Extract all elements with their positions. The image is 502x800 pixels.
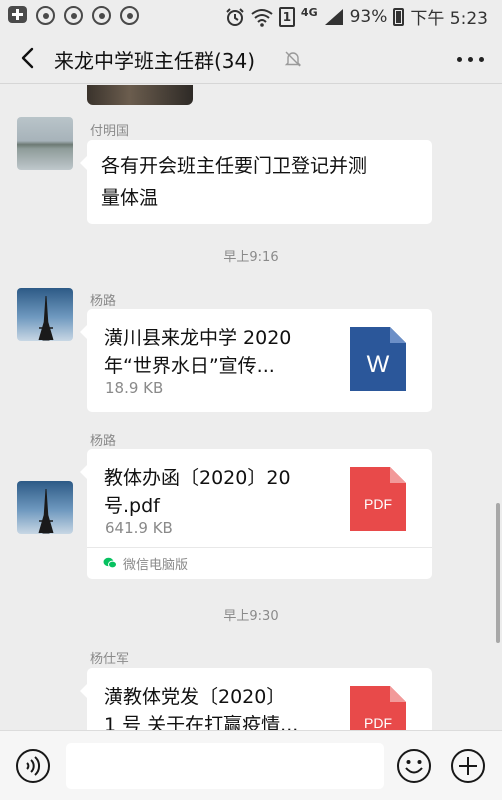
qq-icon: [36, 6, 55, 25]
timestamp: 早上9:16: [223, 250, 279, 265]
qq-icon: [120, 6, 139, 25]
status-bar: 1 4G 93% 下午 5:23: [0, 0, 502, 32]
file-message-bubble[interactable]: 潢教体党发〔2020〕 1 号 关于在打赢疫情... PDF: [80, 668, 432, 730]
emoji-icon[interactable]: [396, 748, 432, 784]
sender-name: 杨路: [90, 294, 117, 309]
pdf-file-icon: PDF: [350, 467, 406, 531]
svg-text:PDF: PDF: [364, 715, 392, 730]
text-message-bubble[interactable]: 各有开会班主任要门卫登记并测 量体温: [80, 140, 432, 224]
add-more-icon[interactable]: [450, 748, 486, 784]
sender-name: 杨仕军: [90, 652, 130, 667]
file-source-label: 微信电脑版: [123, 558, 189, 573]
scrollbar[interactable]: [496, 503, 500, 643]
svg-text:W: W: [367, 351, 390, 378]
input-bar: [0, 730, 502, 800]
battery-percent: 93%: [349, 6, 388, 27]
wifi-icon: [251, 8, 273, 27]
svg-text:PDF: PDF: [364, 496, 392, 512]
chat-header: 来龙中学班主任群(34): [0, 32, 502, 84]
qq-icon: [92, 6, 111, 25]
pdf-file-icon: PDF: [350, 686, 406, 730]
voice-input-icon[interactable]: [15, 748, 51, 784]
mute-bell-icon: [284, 51, 302, 67]
file-size: 18.9 KB: [105, 379, 164, 397]
wechat-icon: [103, 557, 117, 569]
file-message-bubble[interactable]: 潢川县来龙中学 2020 年“世界水日”宣传... 18.9 KB W: [80, 309, 432, 412]
sender-name: 付明国: [90, 124, 130, 139]
message-text-line: 各有开会班主任要门卫登记并测: [101, 155, 368, 177]
avatar[interactable]: [17, 117, 73, 170]
chat-area[interactable]: 付明国 各有开会班主任要门卫登记并测 量体温 早上9:16 杨路 潢川县来龙中学…: [0, 85, 502, 730]
more-options-button[interactable]: [457, 57, 484, 62]
network-type: 4G: [300, 6, 318, 19]
avatar[interactable]: [17, 288, 73, 341]
message-text-line: 量体温: [101, 187, 159, 209]
back-arrow-icon[interactable]: [16, 46, 40, 70]
sender-name: 杨路: [90, 434, 117, 449]
file-message-bubble[interactable]: 教体办函〔2020〕20 号.pdf 641.9 KB PDF 微信电脑版: [80, 449, 432, 579]
clock: 下午 5:23: [410, 9, 488, 29]
signal-icon: [324, 8, 343, 25]
file-source-footer: 微信电脑版: [87, 547, 432, 579]
alarm-icon: [226, 7, 244, 26]
timestamp: 早上9:30: [223, 609, 279, 624]
avatar[interactable]: [17, 481, 73, 534]
chat-title: 来龙中学班主任群(34): [54, 49, 256, 73]
file-name: 潢川县来龙中学 2020 年“世界水日”宣传...: [104, 327, 292, 377]
previous-image-message[interactable]: [87, 85, 193, 105]
battery-icon: [393, 7, 405, 26]
file-name: 潢教体党发〔2020〕 1 号 关于在打赢疫情...: [104, 686, 299, 730]
add-icon: [8, 6, 27, 23]
file-name: 教体办函〔2020〕20 号.pdf: [104, 467, 291, 517]
word-file-icon: W: [350, 327, 406, 391]
qq-icon: [64, 6, 83, 25]
message-input[interactable]: [66, 743, 384, 789]
sim-icon: 1: [278, 6, 295, 27]
file-size: 641.9 KB: [105, 519, 173, 537]
